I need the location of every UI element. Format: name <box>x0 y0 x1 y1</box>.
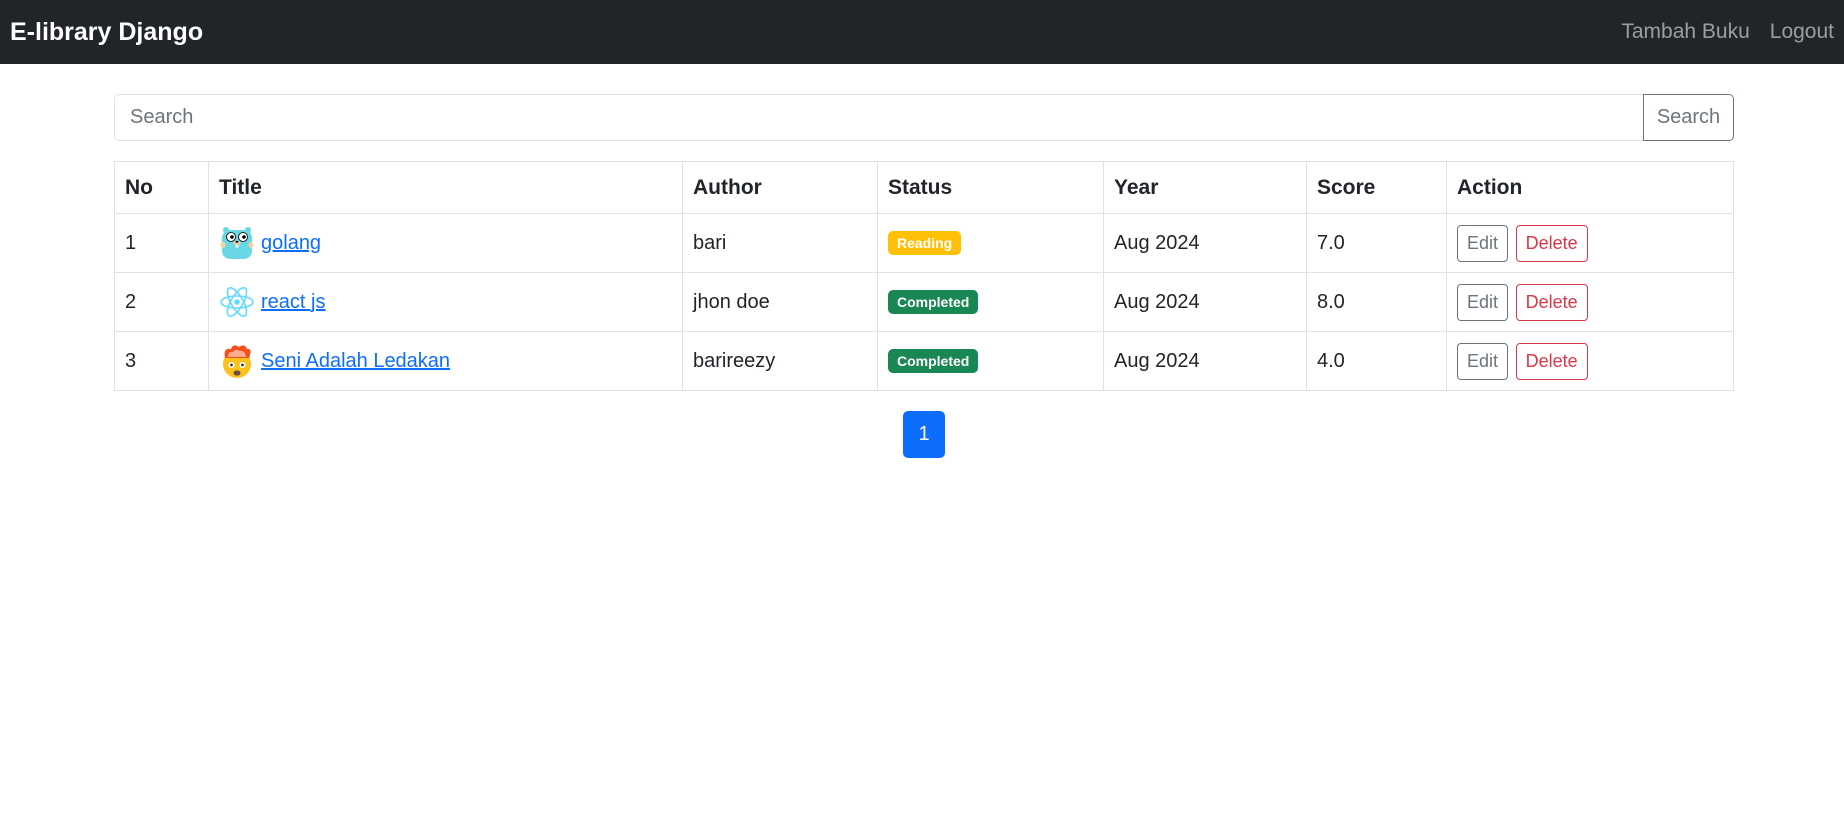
header-status: Status <box>877 161 1104 214</box>
search-input[interactable] <box>114 94 1643 141</box>
cell-title: golang <box>208 213 683 273</box>
navbar-brand[interactable]: E-library Django <box>10 18 203 47</box>
book-title-link[interactable]: Seni Adalah Ledakan <box>261 350 450 373</box>
cell-action: Edit Delete <box>1446 272 1734 332</box>
cell-author: jhon doe <box>682 272 878 332</box>
table-row: 3 Seni Adalah Ledakan barireezy Complete… <box>114 331 1734 391</box>
navbar: E-library Django Tambah Buku Logout <box>0 0 1844 64</box>
status-badge: Completed <box>888 349 979 373</box>
cell-author: bari <box>682 213 878 273</box>
header-action: Action <box>1446 161 1734 214</box>
main-container: Search No Title Author Status Year Score… <box>114 94 1734 458</box>
header-author: Author <box>682 161 878 214</box>
pagination: 1 <box>114 411 1734 458</box>
status-badge: Reading <box>888 231 962 255</box>
table-header-row: No Title Author Status Year Score Action <box>114 161 1734 214</box>
search-button[interactable]: Search <box>1643 94 1734 141</box>
table-row: 2 react js jhon doe Completed Aug 2024 8… <box>114 272 1734 332</box>
cell-no: 3 <box>114 331 209 391</box>
edit-button[interactable]: Edit <box>1457 224 1509 262</box>
delete-button[interactable]: Delete <box>1515 224 1588 262</box>
cell-author: barireezy <box>682 331 878 391</box>
delete-button[interactable]: Delete <box>1515 342 1588 380</box>
table-row: 1 golang bari Reading Aug 2024 7.0 Edit … <box>114 213 1734 273</box>
header-no: No <box>114 161 209 214</box>
nav-link-tambah-buku[interactable]: Tambah Buku <box>1621 20 1749 44</box>
page-button-current[interactable]: 1 <box>903 411 945 458</box>
edit-button[interactable]: Edit <box>1457 283 1509 321</box>
cell-action: Edit Delete <box>1446 331 1734 391</box>
status-badge: Completed <box>888 290 979 314</box>
react-icon <box>219 284 255 320</box>
cell-title: react js <box>208 272 683 332</box>
header-year: Year <box>1103 161 1307 214</box>
cell-action: Edit Delete <box>1446 213 1734 273</box>
cell-status: Completed <box>877 331 1104 391</box>
cell-score: 8.0 <box>1306 272 1447 332</box>
book-title-link[interactable]: react js <box>261 291 325 314</box>
cell-status: Completed <box>877 272 1104 332</box>
cell-year: Aug 2024 <box>1103 331 1307 391</box>
cell-title: Seni Adalah Ledakan <box>208 331 683 391</box>
cell-no: 2 <box>114 272 209 332</box>
book-title-link[interactable]: golang <box>261 232 321 255</box>
cell-status: Reading <box>877 213 1104 273</box>
cell-year: Aug 2024 <box>1103 272 1307 332</box>
cell-year: Aug 2024 <box>1103 213 1307 273</box>
header-title: Title <box>208 161 683 214</box>
cell-score: 7.0 <box>1306 213 1447 273</box>
books-table: No Title Author Status Year Score Action… <box>114 161 1734 391</box>
nav-link-logout[interactable]: Logout <box>1770 20 1834 44</box>
search-form: Search <box>114 94 1734 141</box>
edit-button[interactable]: Edit <box>1457 342 1509 380</box>
gopher-icon <box>219 225 255 261</box>
exploding-head-icon <box>219 343 255 379</box>
delete-button[interactable]: Delete <box>1515 283 1588 321</box>
cell-no: 1 <box>114 213 209 273</box>
navbar-links: Tambah Buku Logout <box>1601 20 1834 44</box>
cell-score: 4.0 <box>1306 331 1447 391</box>
header-score: Score <box>1306 161 1447 214</box>
